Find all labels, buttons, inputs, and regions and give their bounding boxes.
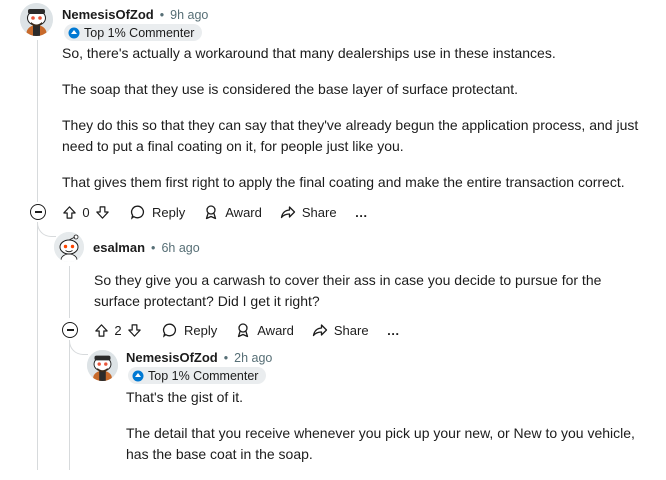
award-label: Award — [257, 322, 294, 338]
vote-score: 2 — [114, 322, 122, 338]
separator-dot: • — [223, 350, 229, 365]
flair-label: Top 1% Commenter — [84, 25, 195, 40]
snoo-avatar-icon — [87, 350, 118, 381]
reply-label: Reply — [152, 204, 186, 220]
more-options-button[interactable]: … — [387, 323, 401, 338]
minus-icon — [34, 211, 42, 213]
vote-group: 2 — [94, 323, 142, 338]
share-label: Share — [333, 322, 369, 338]
comment-actions: 0 Reply Award Share … — [62, 203, 387, 221]
comment-bubble-icon — [162, 323, 177, 338]
share-label: Share — [301, 204, 337, 220]
comment-paragraph: They do this so that they can say that t… — [62, 117, 639, 154]
username[interactable]: NemesisOfZod — [62, 7, 154, 22]
share-icon — [312, 324, 328, 337]
separator-dot: • — [159, 7, 165, 22]
comment-body: So, there's actually a workaround that m… — [62, 43, 652, 208]
comment-paragraph: So they give you a carwash to cover thei… — [94, 272, 602, 309]
collapse-thread-button[interactable] — [30, 204, 46, 220]
upvote-icon[interactable] — [62, 205, 77, 220]
comment-header: esalman • 6h ago — [93, 240, 200, 255]
snoo-avatar-icon — [54, 232, 84, 262]
thread-curve — [37, 222, 56, 237]
thread-line — [37, 40, 38, 202]
collapse-thread-button[interactable] — [62, 322, 78, 338]
avatar[interactable] — [87, 350, 118, 381]
award-button[interactable]: Award — [235, 322, 294, 338]
timestamp[interactable]: 9h ago — [170, 8, 208, 22]
timestamp[interactable]: 6h ago — [161, 241, 199, 255]
more-options-label: … — [354, 204, 369, 220]
username[interactable]: NemesisOfZod — [126, 350, 218, 365]
separator-dot: • — [151, 240, 156, 255]
comment-body: So they give you a carwash to cover thei… — [94, 270, 650, 327]
award-icon — [238, 323, 249, 338]
comment-paragraph: The detail that you receive whenever you… — [126, 425, 635, 462]
comment-actions: 2 Reply Award Share … — [94, 321, 419, 339]
comment-bubble-icon — [130, 205, 145, 220]
snoo-avatar-icon — [20, 3, 53, 36]
reply-button[interactable]: Reply — [130, 204, 185, 220]
thread-line — [69, 266, 70, 318]
award-icon — [206, 205, 217, 220]
more-options-label: … — [386, 322, 401, 338]
thread-line — [69, 340, 70, 470]
reply-button[interactable]: Reply — [162, 322, 217, 338]
flair-label: Top 1% Commenter — [148, 368, 259, 383]
upvote-icon[interactable] — [94, 323, 109, 338]
share-button[interactable]: Share — [312, 322, 369, 338]
reply-label: Reply — [184, 322, 218, 338]
downvote-icon[interactable] — [95, 205, 110, 220]
comment-header: NemesisOfZod • 2h ago — [126, 350, 272, 365]
vote-group: 0 — [62, 205, 110, 220]
avatar[interactable] — [54, 232, 84, 262]
vote-score: 0 — [82, 204, 90, 220]
comment-body: That's the gist of it. The detail that y… — [126, 387, 646, 480]
award-label: Award — [225, 204, 262, 220]
thread-curve — [69, 340, 88, 355]
comment-header: NemesisOfZod • 9h ago — [62, 7, 208, 22]
top-commenter-icon — [68, 27, 80, 39]
share-button[interactable]: Share — [280, 204, 337, 220]
minus-icon — [66, 329, 74, 331]
timestamp[interactable]: 2h ago — [234, 351, 272, 365]
username[interactable]: esalman — [93, 240, 145, 255]
avatar[interactable] — [20, 3, 53, 36]
comment-paragraph: That's the gist of it. — [126, 389, 244, 405]
top-commenter-icon — [132, 370, 144, 382]
share-icon — [280, 206, 296, 219]
comment-paragraph: So, there's actually a workaround that m… — [62, 45, 556, 61]
flair-badge: Top 1% Commenter — [64, 24, 203, 41]
flair-badge: Top 1% Commenter — [128, 367, 267, 384]
thread-line — [37, 222, 38, 470]
downvote-icon[interactable] — [127, 323, 142, 338]
more-options-button[interactable]: … — [355, 205, 369, 220]
comment-paragraph: That gives them first right to apply the… — [62, 174, 625, 190]
comment-paragraph: The soap that they use is considered the… — [62, 81, 519, 97]
award-button[interactable]: Award — [203, 204, 262, 220]
